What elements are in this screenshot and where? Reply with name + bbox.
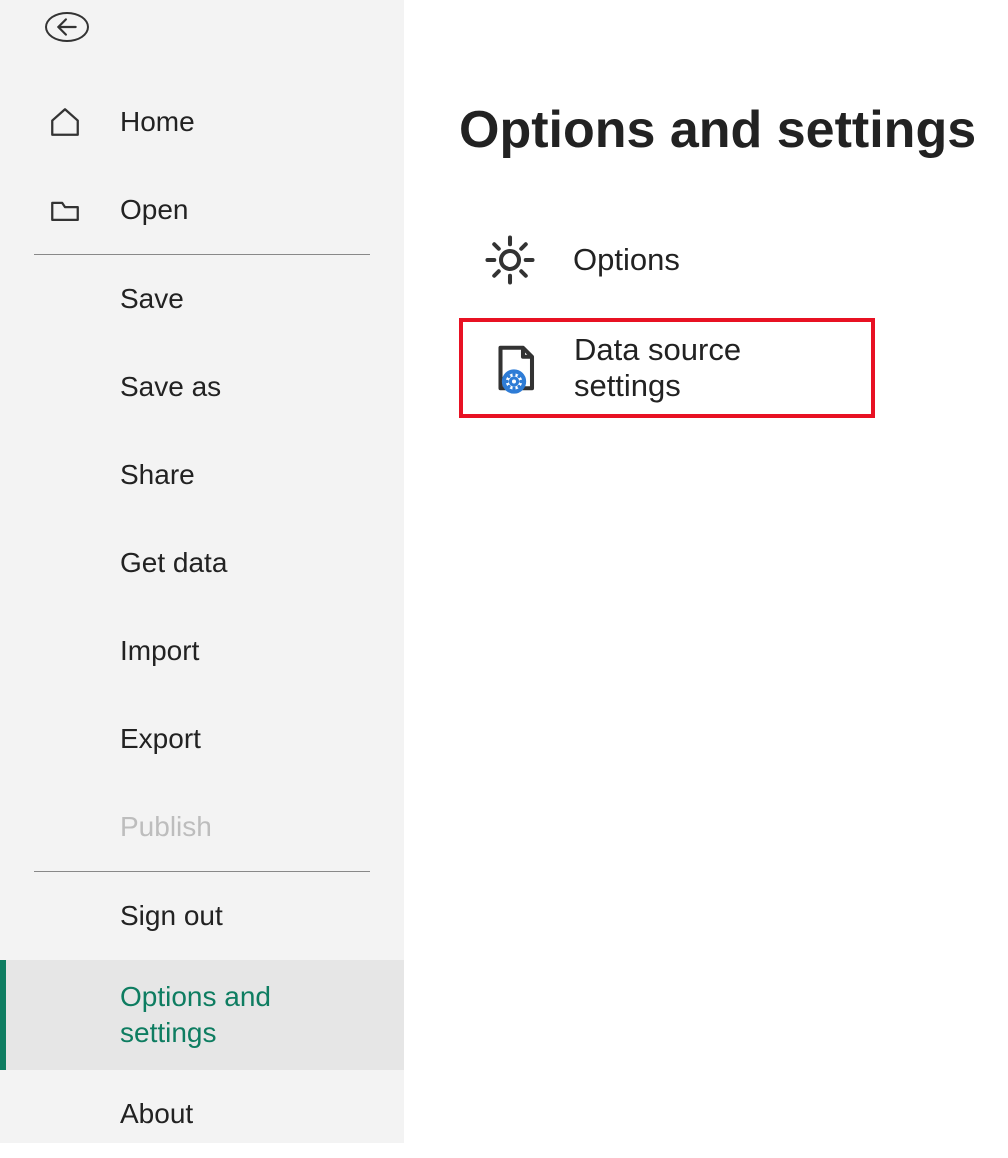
sidebar-item-sign-out[interactable]: Sign out [0,872,404,960]
options-page: Options and settings Options Data source … [404,0,1008,1143]
sidebar-item-home[interactable]: Home [0,78,404,166]
home-icon [48,105,120,139]
arrow-left-icon [54,14,80,40]
sidebar-item-label: Share [120,459,404,491]
sidebar-item-label: Open [120,194,404,226]
sidebar-item-label: Home [120,106,404,138]
sidebar-item-share[interactable]: Share [0,431,404,519]
folder-icon [48,193,120,227]
page-title: Options and settings [459,100,1008,160]
data-source-icon [487,341,574,395]
sidebar-item-options-and-settings[interactable]: Options and settings [0,960,404,1070]
sidebar-item-import[interactable]: Import [0,607,404,695]
back-button[interactable] [45,12,89,42]
sidebar-item-save[interactable]: Save [0,255,404,343]
sidebar-item-label: Get data [120,547,404,579]
sidebar-item-label: About [120,1098,404,1130]
sidebar-item-get-data[interactable]: Get data [0,519,404,607]
sidebar-item-label: Publish [120,811,404,843]
sidebar-item-label: Save [120,283,404,315]
sidebar-item-label: Options and settings [120,979,320,1052]
option-data-source-settings[interactable]: Data source settings [459,318,875,418]
option-label: Options [573,242,680,278]
sidebar-item-publish: Publish [0,783,404,871]
sidebar-item-label: Sign out [120,900,404,932]
sidebar-item-export[interactable]: Export [0,695,404,783]
sidebar-item-label: Save as [120,371,404,403]
sidebar-item-label: Export [120,723,404,755]
option-options[interactable]: Options [459,210,875,310]
sidebar-item-label: Import [120,635,404,667]
sidebar-item-open[interactable]: Open [0,166,404,254]
sidebar-item-about[interactable]: About [0,1070,404,1158]
option-label: Data source settings [574,332,847,404]
file-menu-sidebar: Home Open Save Save as Share Get data Import Ex… [0,0,404,1143]
gear-icon [483,233,573,287]
sidebar-item-save-as[interactable]: Save as [0,343,404,431]
